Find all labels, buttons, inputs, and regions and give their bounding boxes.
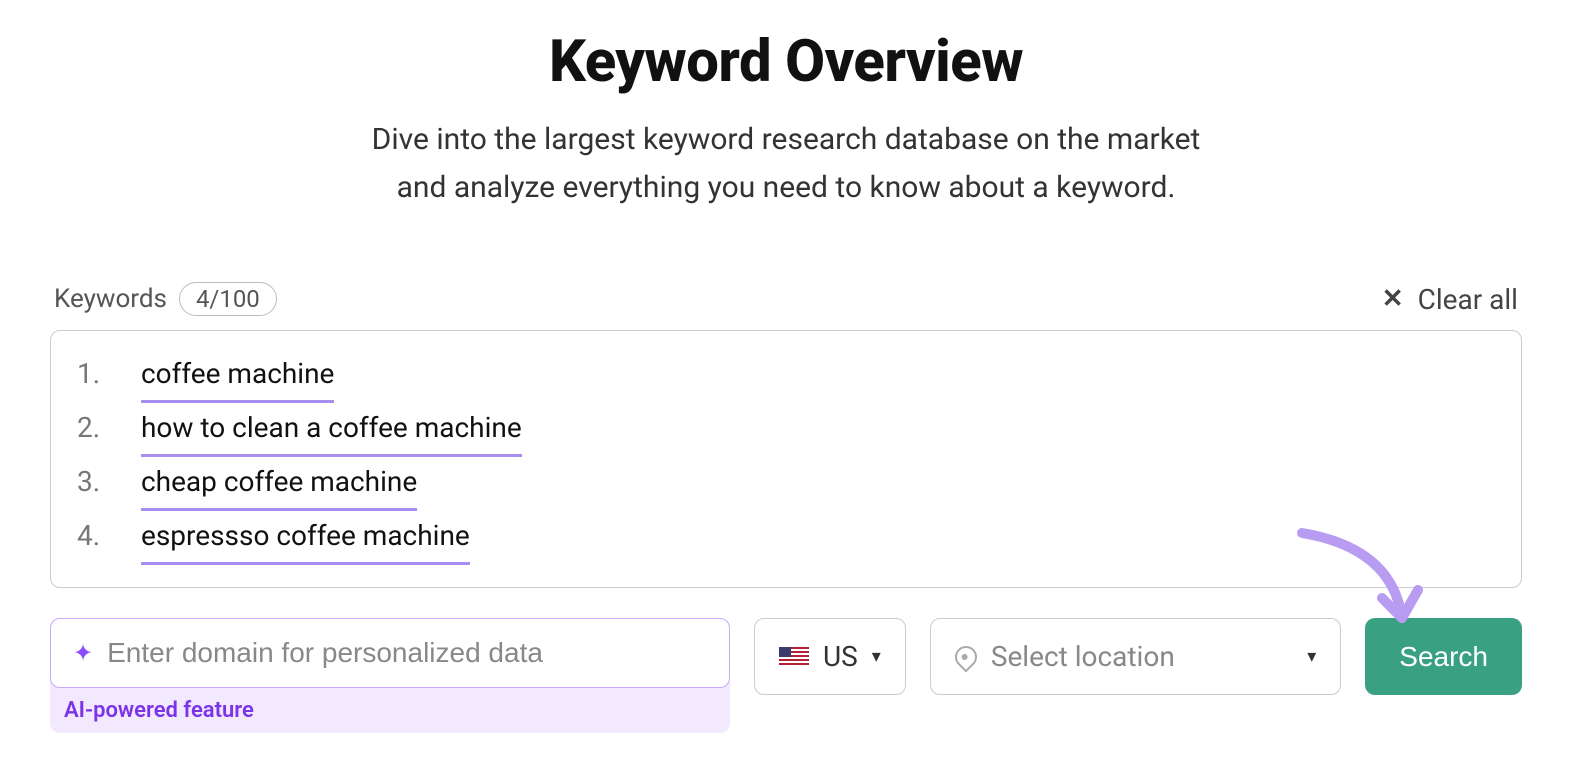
keywords-textarea[interactable]: 1. coffee machine 2. how to clean a coff… (50, 330, 1522, 588)
keyword-number: 3. (77, 457, 105, 506)
map-pin-icon (950, 641, 981, 672)
page-subtitle: Dive into the largest keyword research d… (50, 116, 1522, 212)
keyword-text[interactable]: how to clean a coffee machine (141, 403, 522, 457)
clear-all-button[interactable]: ✕ Clear all (1382, 283, 1518, 316)
location-placeholder: Select location (991, 640, 1175, 673)
keyword-row: 1. coffee machine (77, 349, 1495, 403)
ai-feature-label: AI-powered feature (50, 688, 730, 723)
country-select[interactable]: US ▾ (754, 618, 906, 695)
domain-input[interactable] (107, 637, 707, 669)
clear-all-label: Clear all (1418, 283, 1518, 316)
us-flag-icon (779, 647, 809, 667)
keywords-count-badge: 4/100 (179, 282, 277, 316)
keyword-number: 4. (77, 511, 105, 560)
keywords-header: Keywords 4/100 ✕ Clear all (50, 282, 1522, 316)
subtitle-line-1: Dive into the largest keyword research d… (372, 122, 1201, 157)
sparkle-icon: ✦ (73, 639, 93, 667)
close-icon: ✕ (1382, 284, 1404, 314)
chevron-down-icon: ▾ (872, 646, 881, 667)
search-button[interactable]: Search (1365, 618, 1522, 695)
keywords-list: 1. coffee machine 2. how to clean a coff… (77, 349, 1495, 565)
chevron-down-icon: ▾ (1307, 646, 1316, 667)
keyword-number: 2. (77, 403, 105, 452)
keywords-label: Keywords (54, 284, 167, 314)
domain-field-wrap: ✦ AI-powered feature (50, 618, 730, 733)
country-code: US (823, 640, 858, 673)
keyword-number: 1. (77, 349, 105, 398)
keyword-text[interactable]: coffee machine (141, 349, 334, 403)
keyword-row: 4. espressso coffee machine (77, 511, 1495, 565)
keyword-row: 2. how to clean a coffee machine (77, 403, 1495, 457)
page-title: Keyword Overview (50, 28, 1522, 96)
location-select[interactable]: Select location ▾ (930, 618, 1341, 695)
keyword-text[interactable]: espressso coffee machine (141, 511, 470, 565)
subtitle-line-2: and analyze everything you need to know … (397, 170, 1176, 205)
keyword-text[interactable]: cheap coffee machine (141, 457, 417, 511)
domain-input-box[interactable]: ✦ (50, 618, 730, 688)
keyword-row: 3. cheap coffee machine (77, 457, 1495, 511)
controls-row: ✦ AI-powered feature US ▾ Select locatio… (50, 618, 1522, 733)
